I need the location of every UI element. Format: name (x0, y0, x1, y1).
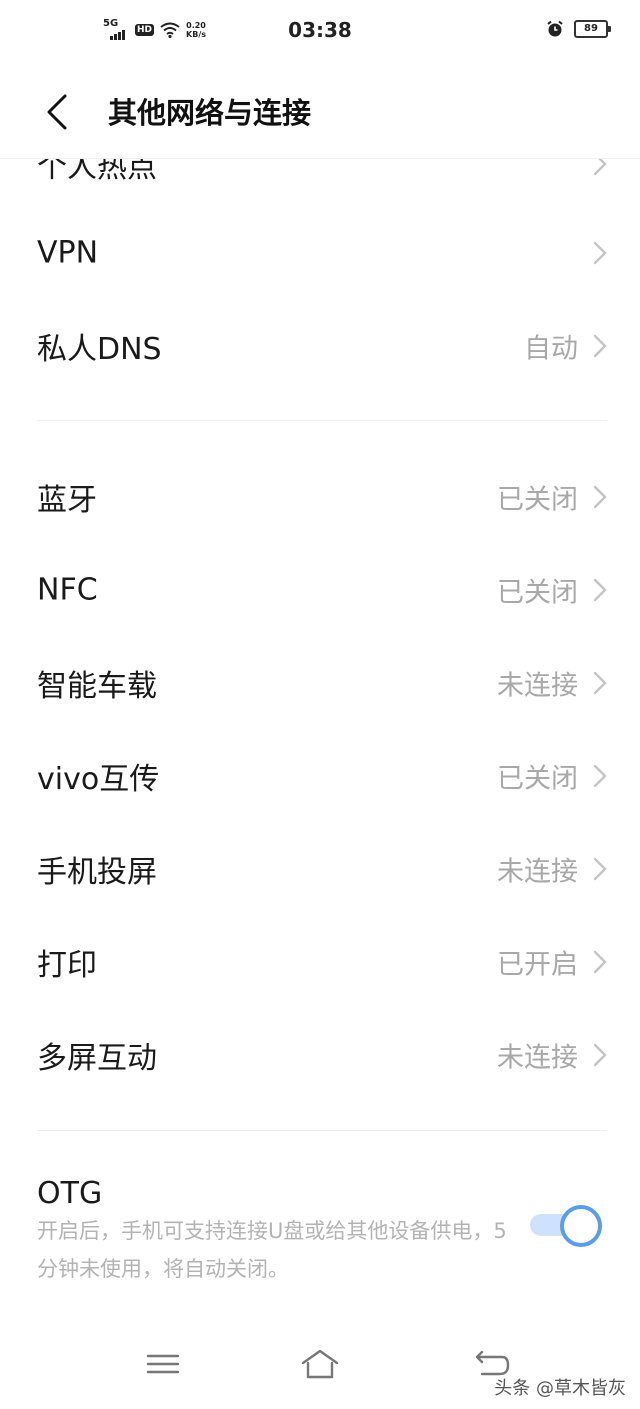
row-label: 手机投屏 (37, 855, 157, 890)
row-label: VPN (37, 235, 99, 271)
row-private-dns[interactable]: 私人DNS 自动 (0, 300, 640, 392)
chevron-right-icon (593, 950, 607, 974)
section-divider (37, 1130, 607, 1131)
chevron-right-icon (593, 241, 607, 265)
back-arrow-icon[interactable] (38, 90, 78, 134)
chevron-right-icon (593, 671, 607, 695)
title-bar: 其他网络与连接 (0, 62, 640, 158)
chevron-right-icon (593, 1043, 607, 1067)
status-time: 03:38 (288, 18, 352, 42)
row-value: 已关闭 (497, 484, 578, 516)
row-bluetooth[interactable]: 蓝牙 已关闭 (0, 451, 640, 543)
alarm-icon (547, 20, 563, 37)
home-icon[interactable] (300, 1346, 340, 1382)
menu-icon[interactable] (143, 1346, 183, 1382)
battery-icon: 89 (574, 20, 611, 38)
toggle-knob (560, 1205, 602, 1247)
status-bar: 5G HD 0.20 KB/s 03:38 89 (0, 0, 640, 62)
row-vpn[interactable]: VPN (0, 207, 640, 299)
row-label: 蓝牙 (37, 483, 97, 518)
row-value: 已开启 (497, 949, 578, 981)
row-value: 已关闭 (497, 763, 578, 795)
status-right: 89 (546, 20, 611, 38)
page-title: 其他网络与连接 (108, 96, 312, 130)
section-divider (37, 420, 607, 421)
chevron-right-icon (593, 764, 607, 788)
row-label: 多屏互动 (37, 1041, 157, 1076)
row-screen-cast[interactable]: 手机投屏 未连接 (0, 823, 640, 915)
row-nfc[interactable]: NFC 已关闭 (0, 544, 640, 636)
row-label: 打印 (37, 948, 97, 983)
chevron-right-icon (593, 485, 607, 509)
row-car-connect[interactable]: 智能车载 未连接 (0, 637, 640, 729)
row-value: 已关闭 (497, 577, 578, 609)
otg-toggle[interactable] (528, 1205, 602, 1247)
row-value: 未连接 (497, 1042, 578, 1074)
otg-title: OTG (37, 1176, 103, 1211)
row-value: 未连接 (497, 856, 578, 888)
row-label: NFC (37, 572, 98, 608)
row-multi-screen[interactable]: 多屏互动 未连接 (0, 1009, 640, 1101)
row-vivo-share[interactable]: vivo互传 已关闭 (0, 730, 640, 822)
chevron-right-icon (593, 334, 607, 358)
row-value: 未连接 (497, 670, 578, 702)
row-label: vivo互传 (37, 762, 160, 797)
watermark: 头条 @草木皆灰 (494, 1378, 626, 1399)
row-label: 智能车载 (37, 669, 157, 704)
row-value: 自动 (524, 333, 578, 365)
chevron-right-icon (593, 857, 607, 881)
row-print[interactable]: 打印 已开启 (0, 916, 640, 1008)
chevron-right-icon (593, 578, 607, 602)
otg-description: 开启后，手机可支持连接U盘或给其他设备供电，5分钟未使用，将自动关闭。 (37, 1219, 507, 1281)
row-label: 私人DNS (37, 332, 162, 367)
